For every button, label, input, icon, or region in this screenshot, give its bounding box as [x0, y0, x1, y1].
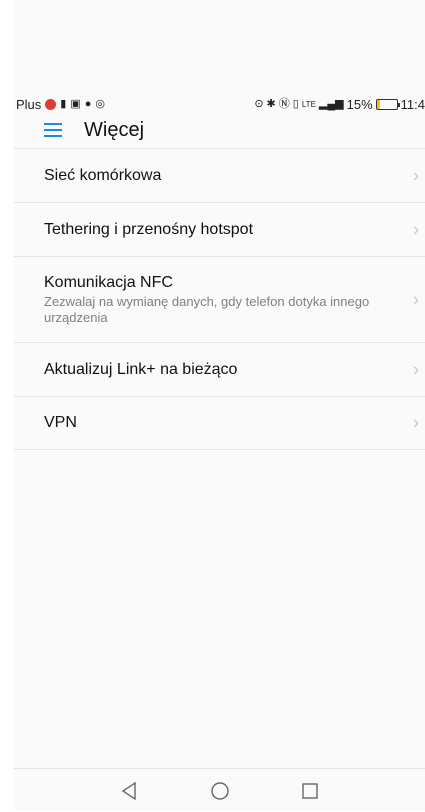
- status-bar-left: Plus ▮ ▣ ● ◎: [14, 97, 105, 112]
- clock: 11:4: [400, 96, 425, 112]
- status-bar-right: ⊙ ✱ Ⓝ ▯ LTE ▂▄▆ 15% 11:4: [254, 97, 425, 112]
- list-item-tethering[interactable]: Tethering i przenośny hotspot ›: [14, 202, 425, 256]
- list-item-label: Komunikacja NFC: [44, 273, 173, 291]
- navigation-bar: [14, 768, 425, 812]
- chevron-right-icon: ›: [413, 165, 419, 185]
- menu-icon[interactable]: [44, 123, 62, 137]
- list-item-vpn[interactable]: VPN ›: [14, 396, 425, 450]
- battery-percent: 15%: [346, 96, 373, 112]
- list-item-link-plus[interactable]: Aktualizuj Link+ na bieżąco ›: [14, 342, 425, 396]
- page-title: Więcej: [84, 118, 145, 141]
- home-icon[interactable]: [210, 781, 230, 801]
- location-icon: ⊙: [254, 98, 264, 110]
- list-item-cellular[interactable]: Sieć komórkowa ›: [14, 148, 425, 202]
- back-icon[interactable]: [120, 781, 140, 801]
- chevron-right-icon: ›: [413, 289, 419, 309]
- list-item-label: Aktualizuj Link+ na bieżąco: [44, 360, 238, 378]
- battery-icon: [375, 98, 400, 110]
- bluetooth-icon: ✱: [266, 98, 276, 110]
- recents-icon[interactable]: [300, 781, 320, 801]
- app-notification-icon: ◎: [95, 98, 106, 110]
- chevron-right-icon: ›: [413, 219, 419, 239]
- gallery-icon: ▣: [70, 98, 81, 110]
- phone-screen: Plus ▮ ▣ ● ◎ ⊙ ✱ Ⓝ ▯ LTE ▂▄▆ 15% 11:4 Wi…: [14, 0, 425, 811]
- notification-red-icon: [45, 98, 57, 110]
- message-icon: ●: [84, 98, 92, 110]
- list-item-label: VPN: [44, 414, 77, 431]
- list-item-label: Tethering i przenośny hotspot: [44, 220, 254, 238]
- battery-fill: [376, 99, 380, 109]
- sim-icon: ▮: [60, 98, 67, 110]
- chevron-right-icon: ›: [413, 359, 419, 379]
- list-item-nfc[interactable]: Komunikacja NFC Zezwalaj na wymianę dany…: [14, 256, 425, 342]
- signal-icon: ▂▄▆: [318, 98, 344, 110]
- lte-label: LTE: [301, 99, 316, 109]
- list-item-description: Zezwalaj na wymianę danych, gdy telefon …: [44, 293, 370, 325]
- app-bar: Więcej: [14, 112, 425, 148]
- nfc-icon: Ⓝ: [278, 98, 290, 110]
- carrier-label: Plus: [16, 96, 42, 112]
- settings-list: Sieć komórkowa › Tethering i przenośny h…: [14, 148, 425, 450]
- chevron-right-icon: ›: [413, 412, 419, 433]
- list-item-label: Sieć komórkowa: [44, 166, 162, 184]
- vibrate-icon: ▯: [292, 98, 299, 110]
